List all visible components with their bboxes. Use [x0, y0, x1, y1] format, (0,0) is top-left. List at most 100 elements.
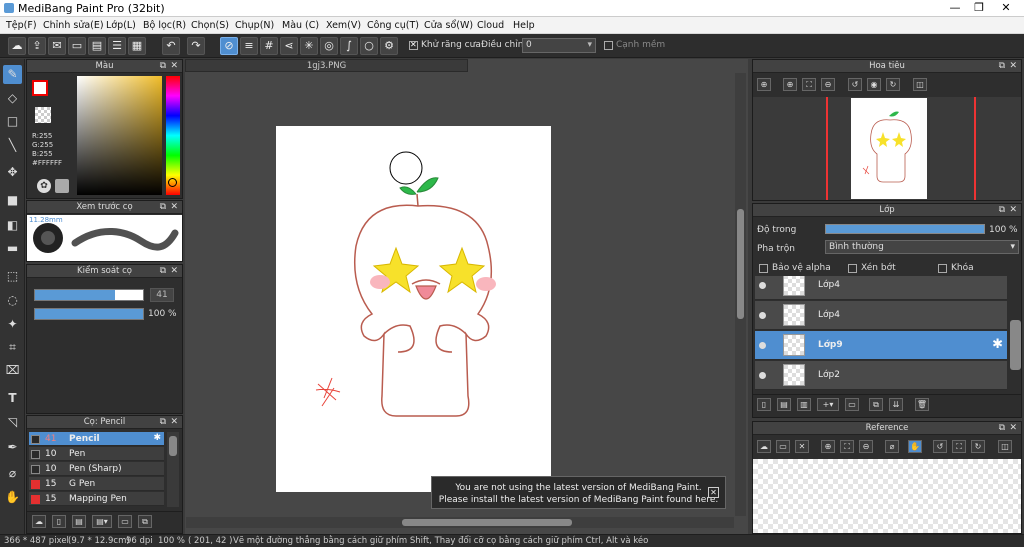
eyedropper-icon[interactable]: ⌀ [885, 440, 899, 453]
menu-file[interactable]: Tệp(F) [6, 20, 37, 31]
undock-icon[interactable]: ⧉ [160, 416, 166, 429]
visibility-icon[interactable] [759, 372, 766, 379]
brush-dropdown-icon[interactable]: ▤▾ [92, 515, 112, 528]
undock-icon[interactable]: ⧉ [160, 60, 166, 73]
brush-opacity-slider[interactable] [34, 308, 144, 320]
close-icon[interactable]: ✕ [708, 487, 719, 498]
flip-icon[interactable]: ◫ [913, 78, 927, 91]
menu-layer[interactable]: Lớp(L) [106, 20, 136, 31]
primary-color-swatch[interactable] [32, 80, 48, 96]
new-layer-icon[interactable]: ▯ [757, 398, 771, 411]
close-icon[interactable]: ✕ [1009, 204, 1017, 217]
grid-layout-icon[interactable]: ▦ [128, 37, 146, 55]
gear-icon[interactable]: ✱ [992, 337, 1003, 352]
folder-icon[interactable]: ▭ [845, 398, 859, 411]
lasso-tool-icon[interactable]: ◌ [3, 291, 22, 310]
undock-icon[interactable]: ⧉ [160, 201, 166, 214]
clipping-checkbox[interactable] [848, 264, 857, 273]
rect-select-tool-icon[interactable]: ⬚ [3, 267, 22, 286]
cloud-brush-icon[interactable]: ☁ [32, 515, 46, 528]
menu-window[interactable]: Cửa sổ(W) [424, 20, 473, 31]
rotate-right-icon[interactable]: ↻ [971, 440, 985, 453]
concentric-snap-icon[interactable]: ◎ [320, 37, 338, 55]
bucket-tool-icon[interactable]: ◧ [3, 216, 22, 235]
new-8bit-layer-icon[interactable]: ▥ [797, 398, 811, 411]
layer-row[interactable]: Lớp4 [755, 276, 1007, 300]
fit-icon[interactable]: ⛶ [840, 440, 854, 453]
protect-alpha-checkbox[interactable] [759, 264, 768, 273]
fill-rect-tool-icon[interactable]: ■ [3, 191, 22, 210]
close-icon[interactable]: ✕ [170, 201, 178, 214]
divide-tool-icon[interactable]: ◹ [3, 413, 22, 432]
brush-item-pencil[interactable]: 41 Pencil ✱ [29, 432, 164, 446]
hue-handle[interactable] [168, 178, 177, 187]
open-folder-icon[interactable]: ▭ [776, 440, 790, 453]
smooth-edge-checkbox[interactable] [604, 41, 613, 50]
brush-item-pen[interactable]: 10 Pen [29, 447, 164, 461]
menu-select[interactable]: Chọn(S) [191, 20, 229, 31]
menu-edit[interactable]: Chỉnh sửa(E) [43, 20, 104, 31]
delete-layer-icon[interactable]: 🗑 [915, 398, 929, 411]
snap-settings-icon[interactable]: ⚙ [380, 37, 398, 55]
hue-slider[interactable] [166, 76, 180, 195]
fit-icon[interactable]: ⛶ [802, 78, 816, 91]
lock-checkbox[interactable] [938, 264, 947, 273]
line-tool-icon[interactable]: ╲ [3, 136, 22, 155]
share-icon[interactable]: ⇪ [28, 37, 46, 55]
perspective-snap-icon[interactable]: ⋖ [280, 37, 298, 55]
scroll-thumb[interactable] [402, 519, 572, 526]
eraser-tool-icon[interactable]: ◇ [3, 89, 22, 108]
layer-opacity-slider[interactable] [825, 224, 985, 234]
document-tab[interactable]: 1gj3.PNG [185, 59, 468, 72]
layer-row[interactable]: Lớp4 [755, 301, 1007, 330]
undo-icon[interactable]: ↶ [162, 37, 180, 55]
saturation-value-picker[interactable] [77, 76, 162, 195]
update-notice[interactable]: You are not using the latest version of … [431, 476, 726, 509]
menu-capture[interactable]: Chụp(N) [235, 20, 274, 31]
navigator-preview[interactable] [753, 97, 1021, 200]
close-icon[interactable]: ✕ [1009, 60, 1017, 73]
brush-tool-icon[interactable]: ✎ [3, 65, 22, 84]
canvas-horizontal-scrollbar[interactable] [186, 517, 734, 528]
flip-icon[interactable]: ◫ [998, 440, 1012, 453]
zoom-in-icon[interactable]: ⊕ [783, 78, 797, 91]
undock-icon[interactable]: ⧉ [999, 60, 1005, 73]
new-halftone-layer-icon[interactable]: ▤ [777, 398, 791, 411]
undock-icon[interactable]: ⧉ [999, 422, 1005, 435]
reference-canvas[interactable] [753, 459, 1021, 533]
palette-icon[interactable]: ✿ [37, 179, 51, 193]
layer-row[interactable]: Lớp2 [755, 361, 1007, 390]
folder-icon[interactable]: ▭ [118, 515, 132, 528]
brush-item-mapping-pen[interactable]: 15 Mapping Pen [29, 492, 164, 506]
zoom-in-icon[interactable]: ⊕ [757, 78, 771, 91]
brush-list-scrollbar[interactable] [167, 432, 179, 507]
cloud-icon[interactable]: ☁ [8, 37, 26, 55]
hand-tool-icon[interactable]: ✋ [3, 488, 22, 507]
curve-snap-icon[interactable]: ∫ [340, 37, 358, 55]
merge-down-icon[interactable]: ⇊ [889, 398, 903, 411]
redo-icon[interactable]: ↷ [187, 37, 205, 55]
antialias-checkbox[interactable] [409, 40, 418, 50]
message-icon[interactable]: ▭ [68, 37, 86, 55]
maximize-button[interactable]: ❐ [968, 1, 990, 15]
blend-mode-select[interactable]: Bình thường ▾ [825, 240, 1019, 254]
magic-wand-tool-icon[interactable]: ✦ [3, 315, 22, 334]
comment-icon[interactable]: ✉ [48, 37, 66, 55]
text-tool-icon[interactable]: T [3, 389, 22, 408]
drawing-page[interactable] [276, 126, 551, 492]
rotate-right-icon[interactable]: ↻ [886, 78, 900, 91]
undock-icon[interactable]: ⧉ [999, 204, 1005, 217]
rectangle-tool-icon[interactable]: □ [3, 112, 22, 131]
adjust-dropdown[interactable]: 0 ▾ [522, 38, 596, 53]
canvas-vertical-scrollbar[interactable] [735, 73, 746, 516]
gear-icon[interactable]: ✱ [153, 433, 161, 443]
brush-size-value[interactable]: 41 [150, 288, 174, 302]
layer-scrollbar[interactable] [1010, 320, 1021, 370]
brush-item-pen-sharp[interactable]: 10 Pen (Sharp) [29, 462, 164, 476]
duplicate-layer-icon[interactable]: ⧉ [869, 398, 883, 411]
minimize-button[interactable]: — [944, 1, 966, 15]
rotate-left-icon[interactable]: ↺ [848, 78, 862, 91]
parallel-snap-icon[interactable]: ≡ [240, 37, 258, 55]
notice-line-2[interactable]: Please install the latest version of Med… [432, 494, 725, 506]
menu-view[interactable]: Xem(V) [326, 20, 361, 31]
